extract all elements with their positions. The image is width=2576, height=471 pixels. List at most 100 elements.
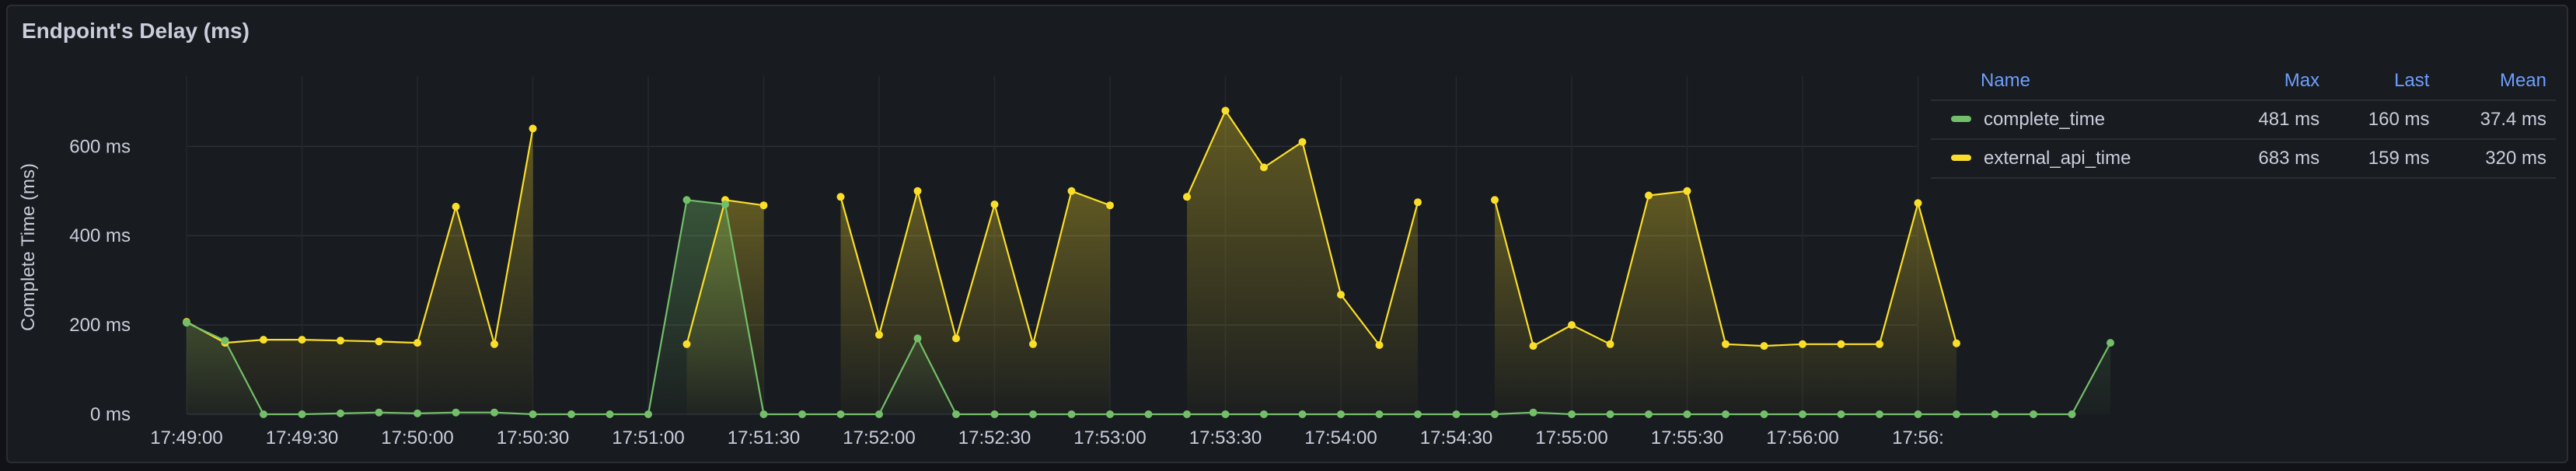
complete_time-point: [1837, 410, 1845, 418]
external_api_time-point: [414, 339, 421, 347]
external_api_time-point: [337, 337, 344, 345]
complete_time-point: [414, 409, 421, 417]
complete_time-point: [2068, 410, 2076, 418]
complete_time-point: [1183, 410, 1191, 418]
x-tick-label: 17:51:00: [612, 427, 684, 448]
complete_time-point: [1991, 410, 1999, 418]
x-tick-label: 17:55:00: [1535, 427, 1607, 448]
complete_time-point: [1337, 410, 1345, 418]
complete_time-point: [875, 410, 883, 418]
external_api_time-point: [1337, 291, 1345, 299]
external_api_time-point: [1260, 163, 1268, 172]
complete_time-point: [1876, 410, 1883, 418]
complete_time-point: [1683, 410, 1691, 418]
external_api_time-point: [1375, 341, 1384, 349]
complete_time-point: [1529, 408, 1538, 417]
legend-header-mean[interactable]: Mean: [2438, 65, 2556, 101]
external_api_time-point: [952, 334, 960, 343]
x-tick-label: 17:54:00: [1304, 427, 1377, 448]
complete_time-point: [759, 410, 768, 418]
x-tick-label: 17:56:00: [1766, 427, 1838, 448]
complete_time-point: [1375, 410, 1384, 418]
legend-last-value: 160 ms: [2329, 100, 2439, 140]
external_api_time-point: [682, 340, 691, 348]
external_api_time-point: [1606, 340, 1614, 348]
complete_time-point: [1106, 410, 1114, 418]
external_api_time-point: [1760, 342, 1768, 351]
external_api_time-area: [840, 190, 1110, 415]
complete_time-point: [836, 410, 845, 418]
complete_time-point: [490, 408, 498, 417]
external_api_time-point: [1529, 342, 1538, 351]
complete_time-point: [1722, 410, 1730, 418]
complete_time-point: [1799, 410, 1806, 418]
external_api_time-point: [529, 124, 537, 133]
complete_time-point: [1452, 410, 1461, 418]
external_api_time-point: [1414, 198, 1422, 207]
x-axis: 17:49:00 17:49:30 17:50:00 17:50:30 17:51:00…: [150, 427, 1944, 448]
complete_time-point: [1606, 410, 1614, 418]
legend-header-last[interactable]: Last: [2329, 65, 2439, 101]
complete_time-point: [952, 410, 960, 418]
complete_time-point: [1144, 410, 1153, 418]
external_api_time-point: [1183, 193, 1191, 201]
legend-header-max[interactable]: Max: [2218, 65, 2330, 101]
complete_time-point: [606, 410, 614, 418]
complete_time-point: [1029, 410, 1037, 418]
external_api_time-point: [1298, 138, 1307, 146]
external_api_time-point: [1106, 201, 1114, 210]
external_api_time-point: [490, 340, 498, 348]
y-tick-label: 600 ms: [69, 136, 131, 157]
legend-series-name[interactable]: external_api_time: [1931, 139, 2219, 179]
complete_time-point: [1260, 410, 1268, 418]
legend-mean-value: 37.4 ms: [2438, 100, 2556, 140]
complete_time-point: [1645, 410, 1653, 418]
legend-row-external-api-time[interactable]: external_api_time 683 ms 159 ms 320 ms: [1931, 139, 2556, 179]
complete_time-point: [2107, 339, 2114, 347]
x-tick-label: 17:53:00: [1073, 427, 1146, 448]
series-areas: [187, 110, 2110, 415]
external_api_time-point: [1837, 340, 1845, 348]
legend-label: external_api_time: [1984, 148, 2131, 169]
legend-last-value: 159 ms: [2329, 139, 2439, 179]
external_api_time-point: [1722, 340, 1730, 348]
x-tick-label: 17:52:30: [958, 427, 1031, 448]
external_api_time-point: [1067, 187, 1076, 195]
x-tick-label: 17:55:30: [1651, 427, 1723, 448]
complete_time-point: [221, 337, 229, 345]
complete_time-point: [798, 410, 806, 418]
legend-header-name[interactable]: Name: [1931, 65, 2219, 101]
external_api_time-point: [1953, 339, 1960, 347]
external_api_time-point: [1683, 187, 1691, 195]
legend-max-value: 683 ms: [2218, 139, 2330, 179]
y-tick-label: 0 ms: [90, 404, 131, 425]
complete_time-point: [2030, 410, 2037, 418]
external_api_time-point: [260, 336, 267, 344]
complete_time-point: [1568, 410, 1576, 418]
legend-max-value: 481 ms: [2218, 100, 2330, 140]
legend-swatch: [1951, 154, 1971, 161]
complete_time-point: [913, 334, 922, 343]
legend-row-complete-time[interactable]: complete_time 481 ms 160 ms 37.4 ms: [1931, 100, 2556, 140]
complete_time-point: [644, 410, 652, 418]
external_api_time-point: [1491, 196, 1499, 204]
external_api_time-point: [836, 193, 845, 201]
y-tick-label: 400 ms: [69, 225, 131, 246]
external_api_time-point: [1799, 340, 1806, 348]
y-axis: 0 ms 200 ms 400 ms 600 ms: [69, 136, 131, 425]
complete_time-point: [682, 196, 691, 204]
complete_time-point: [298, 410, 306, 418]
complete_time-point: [260, 410, 267, 418]
legend-table: Name Max Last Mean complete_time 481 ms 16…: [1931, 65, 2556, 179]
external_api_time-point: [913, 187, 922, 195]
external_api_time-area: [1187, 110, 1418, 414]
external_api_time-point: [1645, 191, 1653, 200]
x-tick-label: 17:54:30: [1420, 427, 1492, 448]
complete_time-point: [721, 201, 729, 208]
x-tick-label: 17:53:30: [1189, 427, 1262, 448]
legend-series-name[interactable]: complete_time: [1931, 100, 2219, 140]
complete_time-point: [1914, 410, 1922, 418]
external_api_time-point: [375, 337, 383, 346]
x-tick-label: 17:56:: [1892, 427, 1944, 448]
complete_time-point: [1067, 410, 1076, 418]
